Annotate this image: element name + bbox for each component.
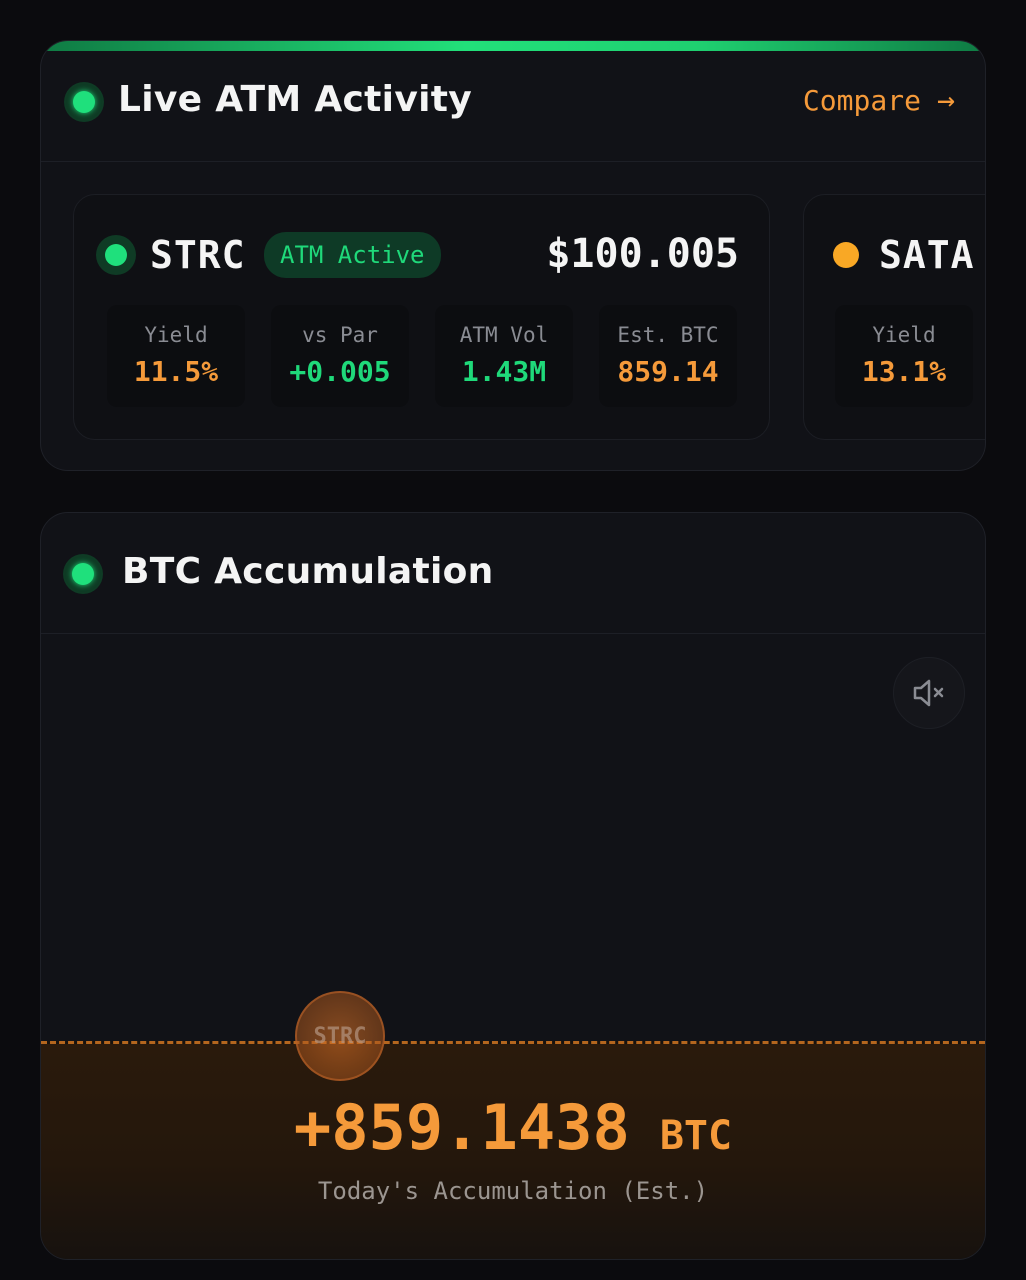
strc-bubble: STRC [295, 991, 385, 1081]
accumulation-panel-header: BTC Accumulation [41, 513, 985, 634]
accumulation-unit: BTC [659, 1113, 733, 1159]
stat-value: 859.14 [617, 355, 719, 388]
stat-vs-par: vs Par +0.005 [271, 305, 409, 407]
stat-label: Yield [144, 323, 208, 347]
atm-panel-title: Live ATM Activity [118, 79, 473, 120]
stat-label: Yield [872, 323, 936, 347]
stat-label: vs Par [302, 323, 378, 347]
status-badge: ATM Active [264, 232, 441, 278]
btc-accumulation-panel: BTC Accumulation STRC +859.1438 BTC Today… [40, 512, 986, 1260]
ticker-price: $100.005 [546, 231, 739, 277]
speaker-muted-icon [913, 679, 944, 707]
live-atm-activity-panel: Live ATM Activity Compare → STRC ATM Act… [40, 40, 986, 471]
ticker-symbol: STRC [150, 233, 246, 277]
compare-link[interactable]: Compare → [803, 83, 955, 118]
ticker-symbol: SATA [879, 233, 975, 277]
stat-value: 13.1% [861, 355, 947, 388]
stat-value: 1.43M [461, 355, 547, 388]
accumulation-value: +859.1438 BTC [41, 1091, 985, 1164]
mute-button[interactable] [893, 657, 965, 729]
accumulation-amount: +859.1438 [293, 1091, 630, 1164]
live-status-icon [63, 554, 103, 594]
stat-value: 11.5% [133, 355, 219, 388]
stat-est-btc: Est. BTC 859.14 [599, 305, 737, 407]
stat-yield: Yield 11.5% [107, 305, 245, 407]
stat-label: Est. BTC [617, 323, 719, 347]
stat-label: ATM Vol [459, 323, 549, 347]
arrow-right-icon: → [936, 83, 955, 118]
live-status-icon [64, 82, 104, 122]
atm-panel-header: Live ATM Activity Compare → [41, 41, 985, 162]
stat-yield: Yield 13.1% [835, 305, 973, 407]
strc-status-icon [96, 235, 136, 275]
sata-status-icon [833, 242, 859, 268]
stat-atm-vol: ATM Vol 1.43M [435, 305, 573, 407]
ticker-card-sata[interactable]: SATA Yield 13.1% [803, 194, 985, 440]
stat-value: +0.005 [289, 355, 391, 388]
ticker-card-strc[interactable]: STRC ATM Active $100.005 Yield 11.5% vs … [73, 194, 770, 440]
compare-label: Compare [802, 84, 921, 117]
accumulation-panel-title: BTC Accumulation [122, 551, 494, 592]
accumulation-caption: Today's Accumulation (Est.) [317, 1177, 709, 1205]
